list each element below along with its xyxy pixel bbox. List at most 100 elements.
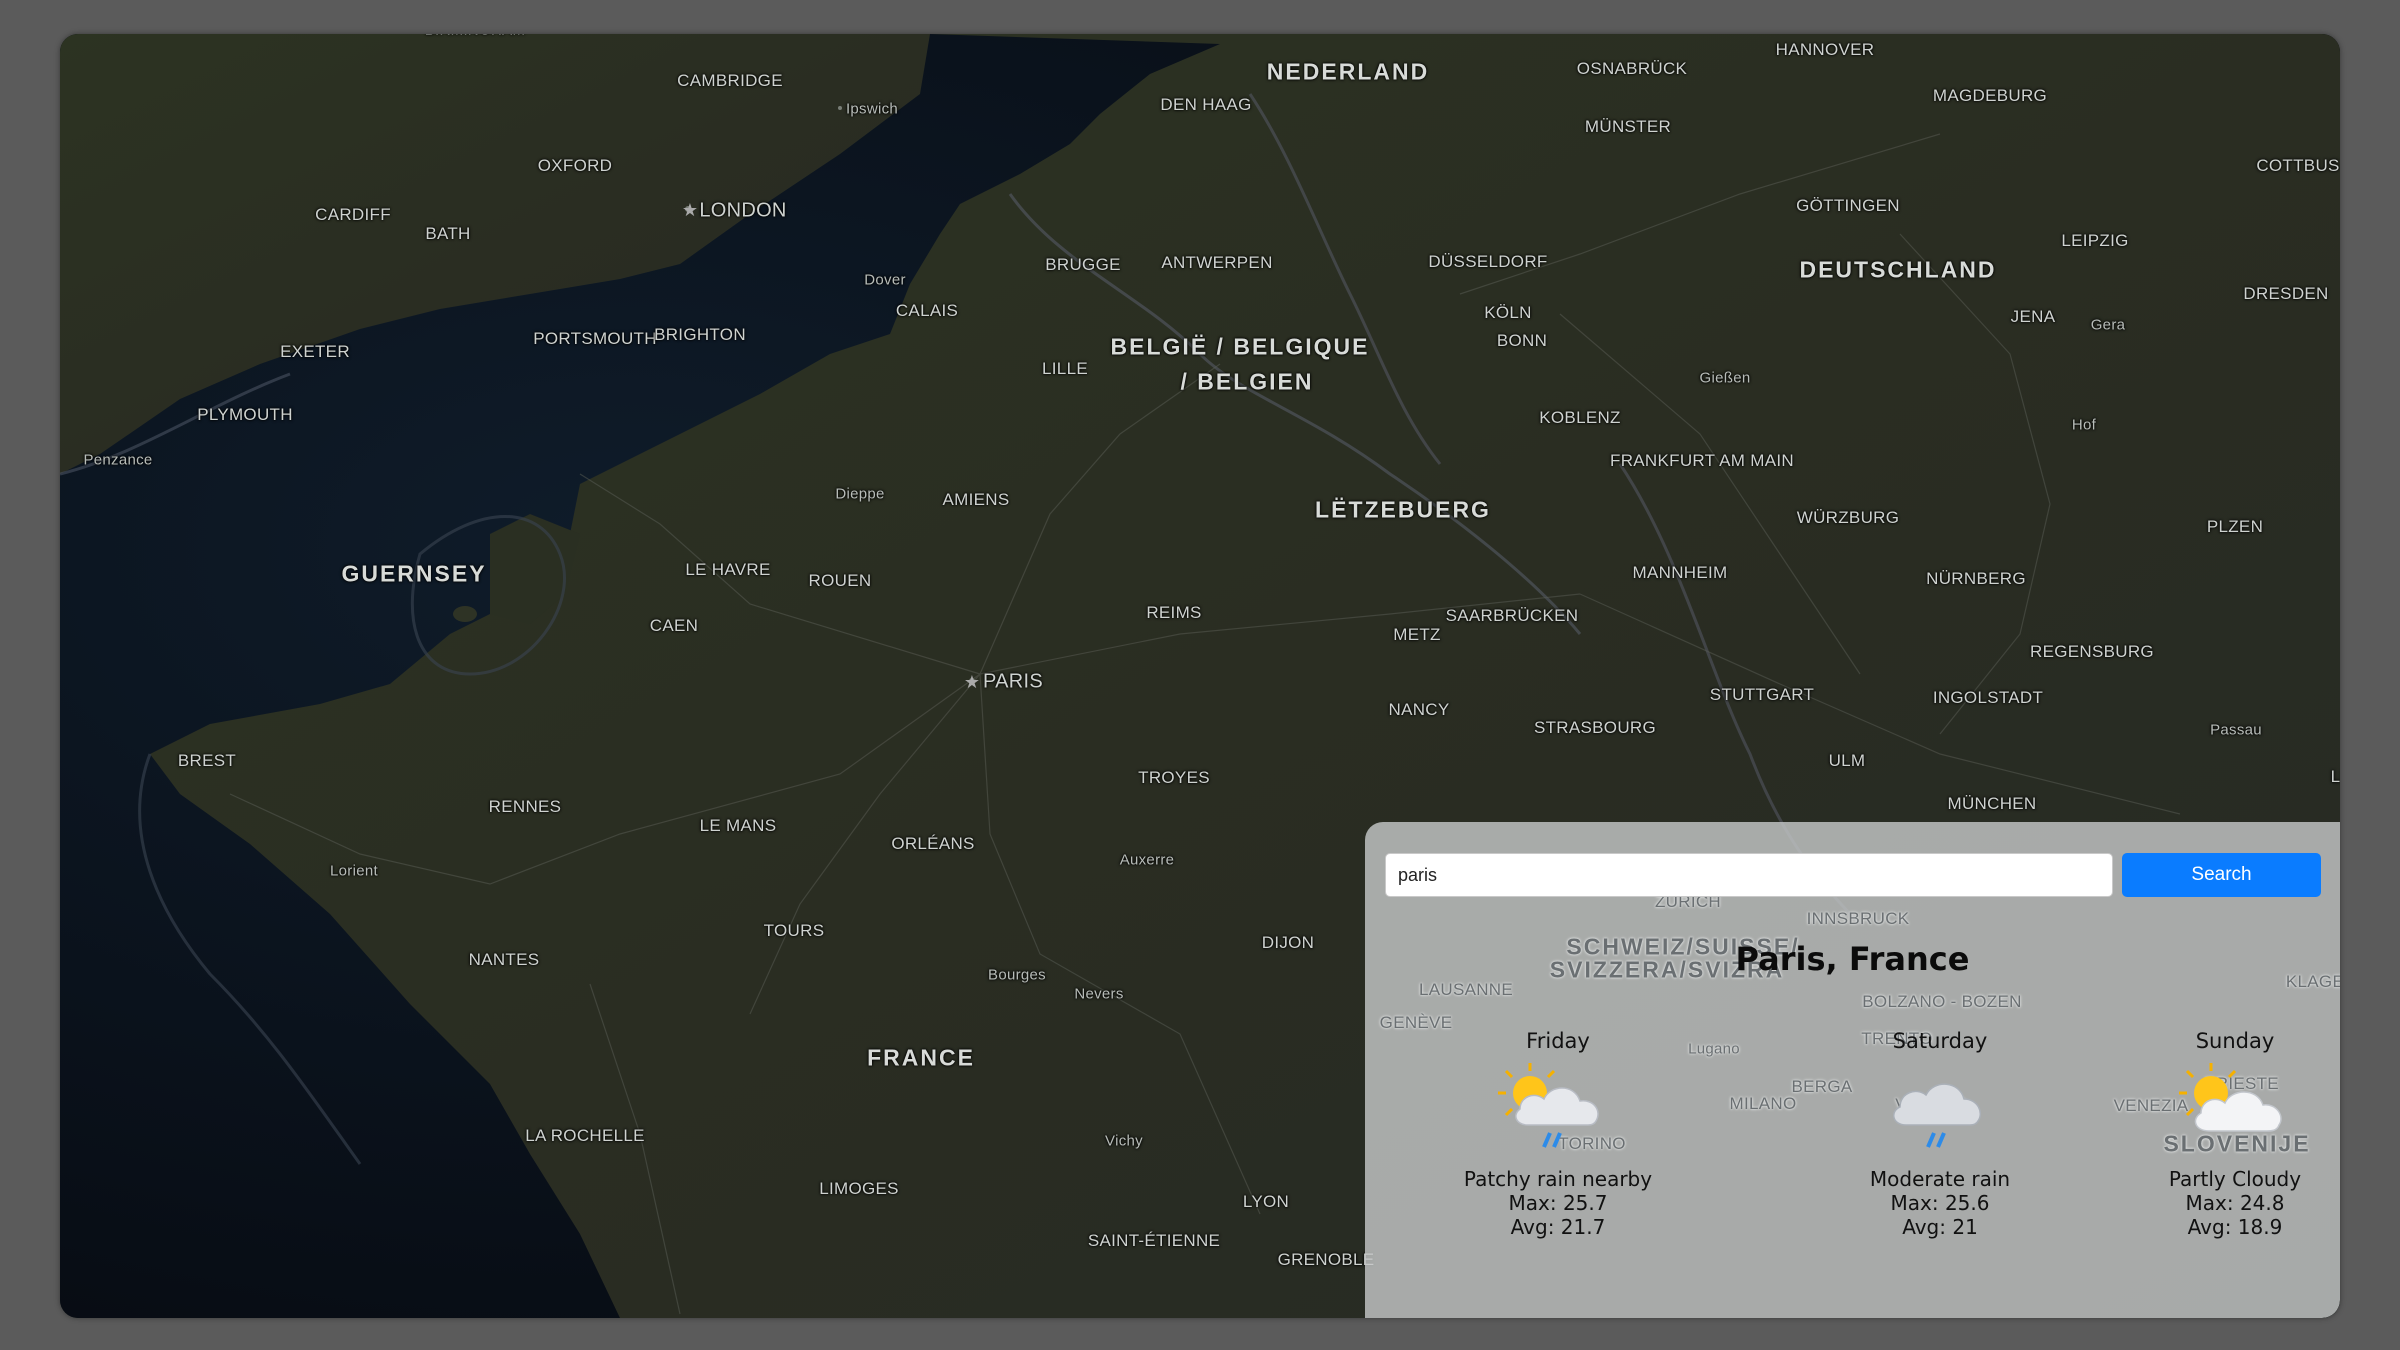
map-label: CALAIS: [895, 301, 959, 320]
partly-cloudy-icon: [2179, 1063, 2282, 1132]
map-label: DIJON: [1261, 933, 1315, 952]
map-label: LE MANS: [699, 816, 777, 835]
map-label: MÜNCHEN: [1947, 794, 2037, 813]
map-label: Ipswich: [845, 100, 899, 118]
map-label: PORTSMOUTH: [533, 329, 657, 348]
map-label: GRENOBLE: [1277, 1250, 1375, 1269]
map-label: LËTZEBUERG: [1315, 496, 1491, 523]
map-label: MILANO: [1729, 1094, 1797, 1113]
map-label: TROYES: [1138, 768, 1210, 787]
map-label: MANNHEIM: [1632, 563, 1728, 582]
map-label: BONN: [1496, 331, 1548, 350]
day-name: Friday: [1526, 1029, 1590, 1053]
map-label: MAGDEBURG: [1932, 86, 2048, 105]
map-label: INNSBRUCK: [1806, 909, 1910, 928]
map-label: LEIPZIG: [2061, 231, 2129, 250]
map-label: FRANKFURT AM MAIN: [1610, 451, 1794, 470]
map-label: PLYMOUTH: [197, 405, 293, 424]
map-label: LIMOGES: [819, 1179, 899, 1198]
map-label: OXFORD: [537, 156, 613, 175]
map-label: LYON: [1242, 1192, 1290, 1211]
map-view[interactable]: ★ ★ BIRMINGHAM CAMBRIDGE Ipswich OXFORD LOND…: [60, 34, 2340, 1318]
map-label: DRESDEN: [2243, 284, 2329, 303]
map-label: Gera: [2090, 316, 2126, 334]
map-label: Nevers: [1074, 985, 1124, 1003]
map-label: NANCY: [1388, 700, 1450, 719]
map-label: Passau: [2210, 721, 2262, 739]
map-label: BRUGGE: [1045, 255, 1121, 274]
map-label: PLZEN: [2206, 517, 2264, 536]
map-label: JENA: [2010, 307, 2056, 326]
forecast-day-friday: Friday Patchy rain nearby Max: 25.7 Avg:…: [1428, 1027, 1688, 1239]
map-label: LA ROCHELLE: [525, 1126, 645, 1145]
condition-text: Partly Cloudy: [2168, 1167, 2302, 1191]
max-temp: Max: 25.7: [1508, 1191, 1608, 1215]
map-label: LE HAVRE: [685, 560, 771, 579]
map-label: LONDON: [699, 199, 787, 222]
map-label: BELGIË / BELGIQUE: [1110, 333, 1370, 360]
map-label: NANTES: [468, 950, 540, 969]
map-label: KÖLN: [1484, 303, 1532, 322]
map-label: RENNES: [488, 797, 562, 816]
map-label: SAARBRÜCKEN: [1445, 606, 1579, 625]
patchy-rain-icon: [1498, 1063, 1599, 1148]
day-name: Sunday: [2195, 1029, 2275, 1053]
avg-temp: Avg: 21.7: [1510, 1215, 1606, 1239]
map-label: STUTTGART: [1709, 685, 1815, 704]
map-label: CAEN: [649, 616, 699, 635]
map-label: BREST: [177, 751, 237, 770]
avg-temp: Avg: 21: [1902, 1215, 1978, 1239]
map-label: BRIGHTON: [654, 325, 746, 344]
map-label: BIRMINGHAM: [425, 34, 526, 39]
search-button[interactable]: Search: [2122, 853, 2321, 897]
map-label: TOURS: [763, 921, 825, 940]
map-label: Gießen: [1699, 369, 1751, 387]
condition-text: Moderate rain: [1869, 1167, 2011, 1191]
max-temp: Max: 24.8: [2185, 1191, 2285, 1215]
forecast-day-saturday: Saturday Moderate rain Max: 25.6 Avg: 21: [1810, 1027, 2070, 1239]
map-label: Dieppe: [835, 485, 885, 503]
map-label: BOLZANO - BOZEN: [1862, 992, 2022, 1011]
avg-temp: Avg: 18.9: [2187, 1215, 2283, 1239]
map-label: CARDIFF: [315, 205, 391, 224]
map-label: COTTBUS: [2256, 156, 2340, 175]
map-label: Lugano: [1688, 1040, 1740, 1058]
day-name: Saturday: [1892, 1029, 1988, 1053]
map-label: ORLÉANS: [891, 834, 975, 853]
map-label: OSNABRÜCK: [1576, 59, 1688, 78]
forecast-day-sunday: Sunday Partly Cloudy Max: 24.8 Avg: 18.9: [2105, 1027, 2340, 1239]
svg-text:★: ★: [682, 200, 698, 221]
map-label: Penzance: [83, 451, 153, 469]
map-label: FRANCE: [867, 1044, 975, 1071]
max-temp: Max: 25.6: [1890, 1191, 1990, 1215]
map-label: ULM: [1828, 751, 1866, 770]
map-label: DEN HAAG: [1160, 95, 1252, 114]
map-label: GUERNSEY: [341, 560, 487, 587]
map-label: STRASBOURG: [1533, 718, 1657, 737]
map-label: KOBLENZ: [1539, 408, 1621, 427]
map-label: INGOLSTADT: [1932, 688, 2044, 707]
location-title: Paris, France: [1735, 940, 1970, 978]
map-label: REGENSBURG: [2030, 642, 2154, 661]
map-label: DÜSSELDORF: [1428, 252, 1548, 271]
map-label: PARIS: [982, 670, 1044, 693]
map-label: GÖTTINGEN: [1796, 196, 1900, 215]
map-label: Vichy: [1105, 1132, 1143, 1150]
map-label: EXETER: [280, 342, 350, 361]
map-label: DEUTSCHLAND: [1799, 256, 1997, 283]
map-label: NEDERLAND: [1266, 58, 1430, 85]
condition-text: Patchy rain nearby: [1463, 1167, 1653, 1191]
map-label: NÜRNBERG: [1926, 569, 2026, 588]
svg-text:★: ★: [964, 672, 980, 693]
map-label: LI: [2330, 767, 2340, 786]
map-label: ANTWERPEN: [1161, 253, 1273, 272]
map-label: LILLE: [1042, 359, 1088, 378]
map-label: Lorient: [330, 862, 378, 880]
weather-panel: ZÜRICH INNSBRUCK SCHWEIZ/SUISSE/SVIZZERA/S…: [1365, 822, 2340, 1318]
search-input[interactable]: [1385, 853, 2113, 897]
map-label: AMIENS: [942, 490, 1010, 509]
map-label: / BELGIEN: [1180, 368, 1314, 395]
map-label: ROUEN: [808, 571, 872, 590]
map-label: WÜRZBURG: [1796, 508, 1900, 527]
map-label: SAINT-ÉTIENNE: [1087, 1231, 1221, 1250]
